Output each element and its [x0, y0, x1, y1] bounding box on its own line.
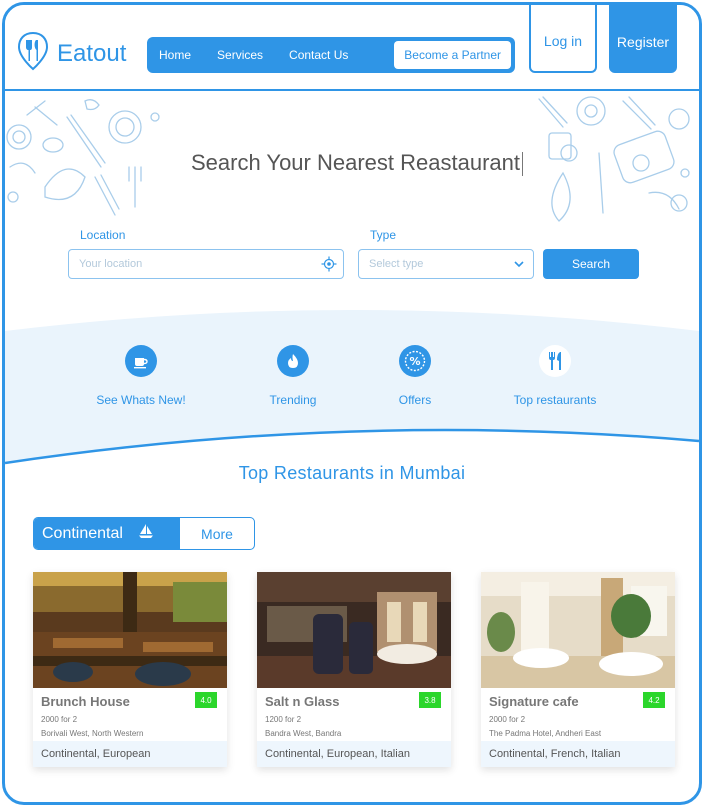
nav-contact[interactable]: Contact Us [289, 48, 348, 62]
restaurant-price: 2000 for 2 [489, 715, 526, 724]
locate-icon[interactable] [321, 256, 337, 275]
logo[interactable]: Eatout [17, 31, 126, 76]
rating-badge: 4.2 [643, 692, 665, 708]
restaurant-card[interactable]: Brunch House 4.0 2000 for 2 Borivali Wes… [33, 572, 227, 767]
restaurant-cuisine: Continental, European [33, 741, 227, 767]
restaurant-address: Bandra West, Bandra [265, 729, 342, 738]
tab-more[interactable]: More [180, 518, 254, 549]
restaurant-price: 2000 for 2 [41, 715, 78, 724]
nav-services[interactable]: Services [217, 48, 263, 62]
tab-label: Continental [42, 524, 123, 542]
restaurant-card[interactable]: Signature cafe 4.2 2000 for 2 The Padma … [481, 572, 675, 767]
app-frame: Eatout Home Services Contact Us Become a… [2, 2, 702, 805]
search-button[interactable]: Search [543, 249, 639, 279]
restaurant-photo [33, 572, 227, 688]
svg-text:%: % [409, 355, 420, 368]
cuisine-tabs: Continental More [33, 517, 255, 550]
restaurant-name: Signature cafe [489, 694, 579, 709]
brand-name: Eatout [57, 39, 127, 67]
category-label: See Whats New! [96, 393, 186, 407]
cutlery-icon [539, 345, 571, 377]
flame-icon [277, 345, 309, 377]
restaurant-photo [257, 572, 451, 688]
category-offers[interactable]: % Offers [345, 345, 485, 407]
location-label: Location [80, 228, 126, 242]
hero-title: Search Your Nearest Reastaurant [5, 150, 699, 177]
restaurant-name: Brunch House [41, 694, 130, 709]
category-trending[interactable]: Trending [223, 345, 363, 407]
text-caret [521, 152, 523, 177]
restaurant-photo [481, 572, 675, 688]
location-placeholder: Your location [79, 258, 143, 270]
nav-home[interactable]: Home [159, 48, 191, 62]
header: Eatout Home Services Contact Us Become a… [5, 5, 699, 91]
type-select[interactable]: Select type [358, 249, 534, 279]
restaurant-cuisine: Continental, French, Italian [481, 741, 675, 767]
register-button[interactable]: Register [609, 5, 677, 73]
category-label: Trending [269, 393, 317, 407]
restaurant-address: The Padma Hotel, Andheri East [489, 729, 602, 738]
location-input[interactable]: Your location [68, 249, 344, 279]
tab-continental[interactable]: Continental [34, 518, 180, 549]
sailboat-icon [137, 522, 155, 545]
category-label: Offers [398, 393, 432, 407]
main-nav: Home Services Contact Us Become a Partne… [147, 37, 515, 73]
hero-title-text: Search Your Nearest Reastaurant [191, 150, 520, 175]
become-partner-button[interactable]: Become a Partner [394, 41, 511, 69]
restaurant-price: 1200 for 2 [265, 715, 302, 724]
category-label: Top restaurants [513, 393, 597, 407]
category-top-restaurants[interactable]: Top restaurants [485, 345, 625, 407]
restaurant-name: Salt n Glass [265, 694, 340, 709]
category-whats-new[interactable]: See Whats New! [71, 345, 211, 407]
type-placeholder: Select type [369, 258, 424, 270]
restaurant-card[interactable]: Salt n Glass 3.8 1200 for 2 Bandra West,… [257, 572, 451, 767]
restaurant-cuisine: Continental, European, Italian [257, 741, 451, 767]
percent-icon: % [399, 345, 431, 377]
rating-badge: 4.0 [195, 692, 217, 708]
section-title: Top Restaurants in Mumbai [238, 463, 466, 483]
restaurant-address: Borivali West, North Western [41, 729, 144, 738]
type-label: Type [370, 228, 397, 242]
cup-icon [125, 345, 157, 377]
logo-icon [17, 31, 49, 76]
chevron-down-icon [513, 258, 525, 273]
login-button[interactable]: Log in [529, 5, 597, 73]
rating-badge: 3.8 [419, 692, 441, 708]
